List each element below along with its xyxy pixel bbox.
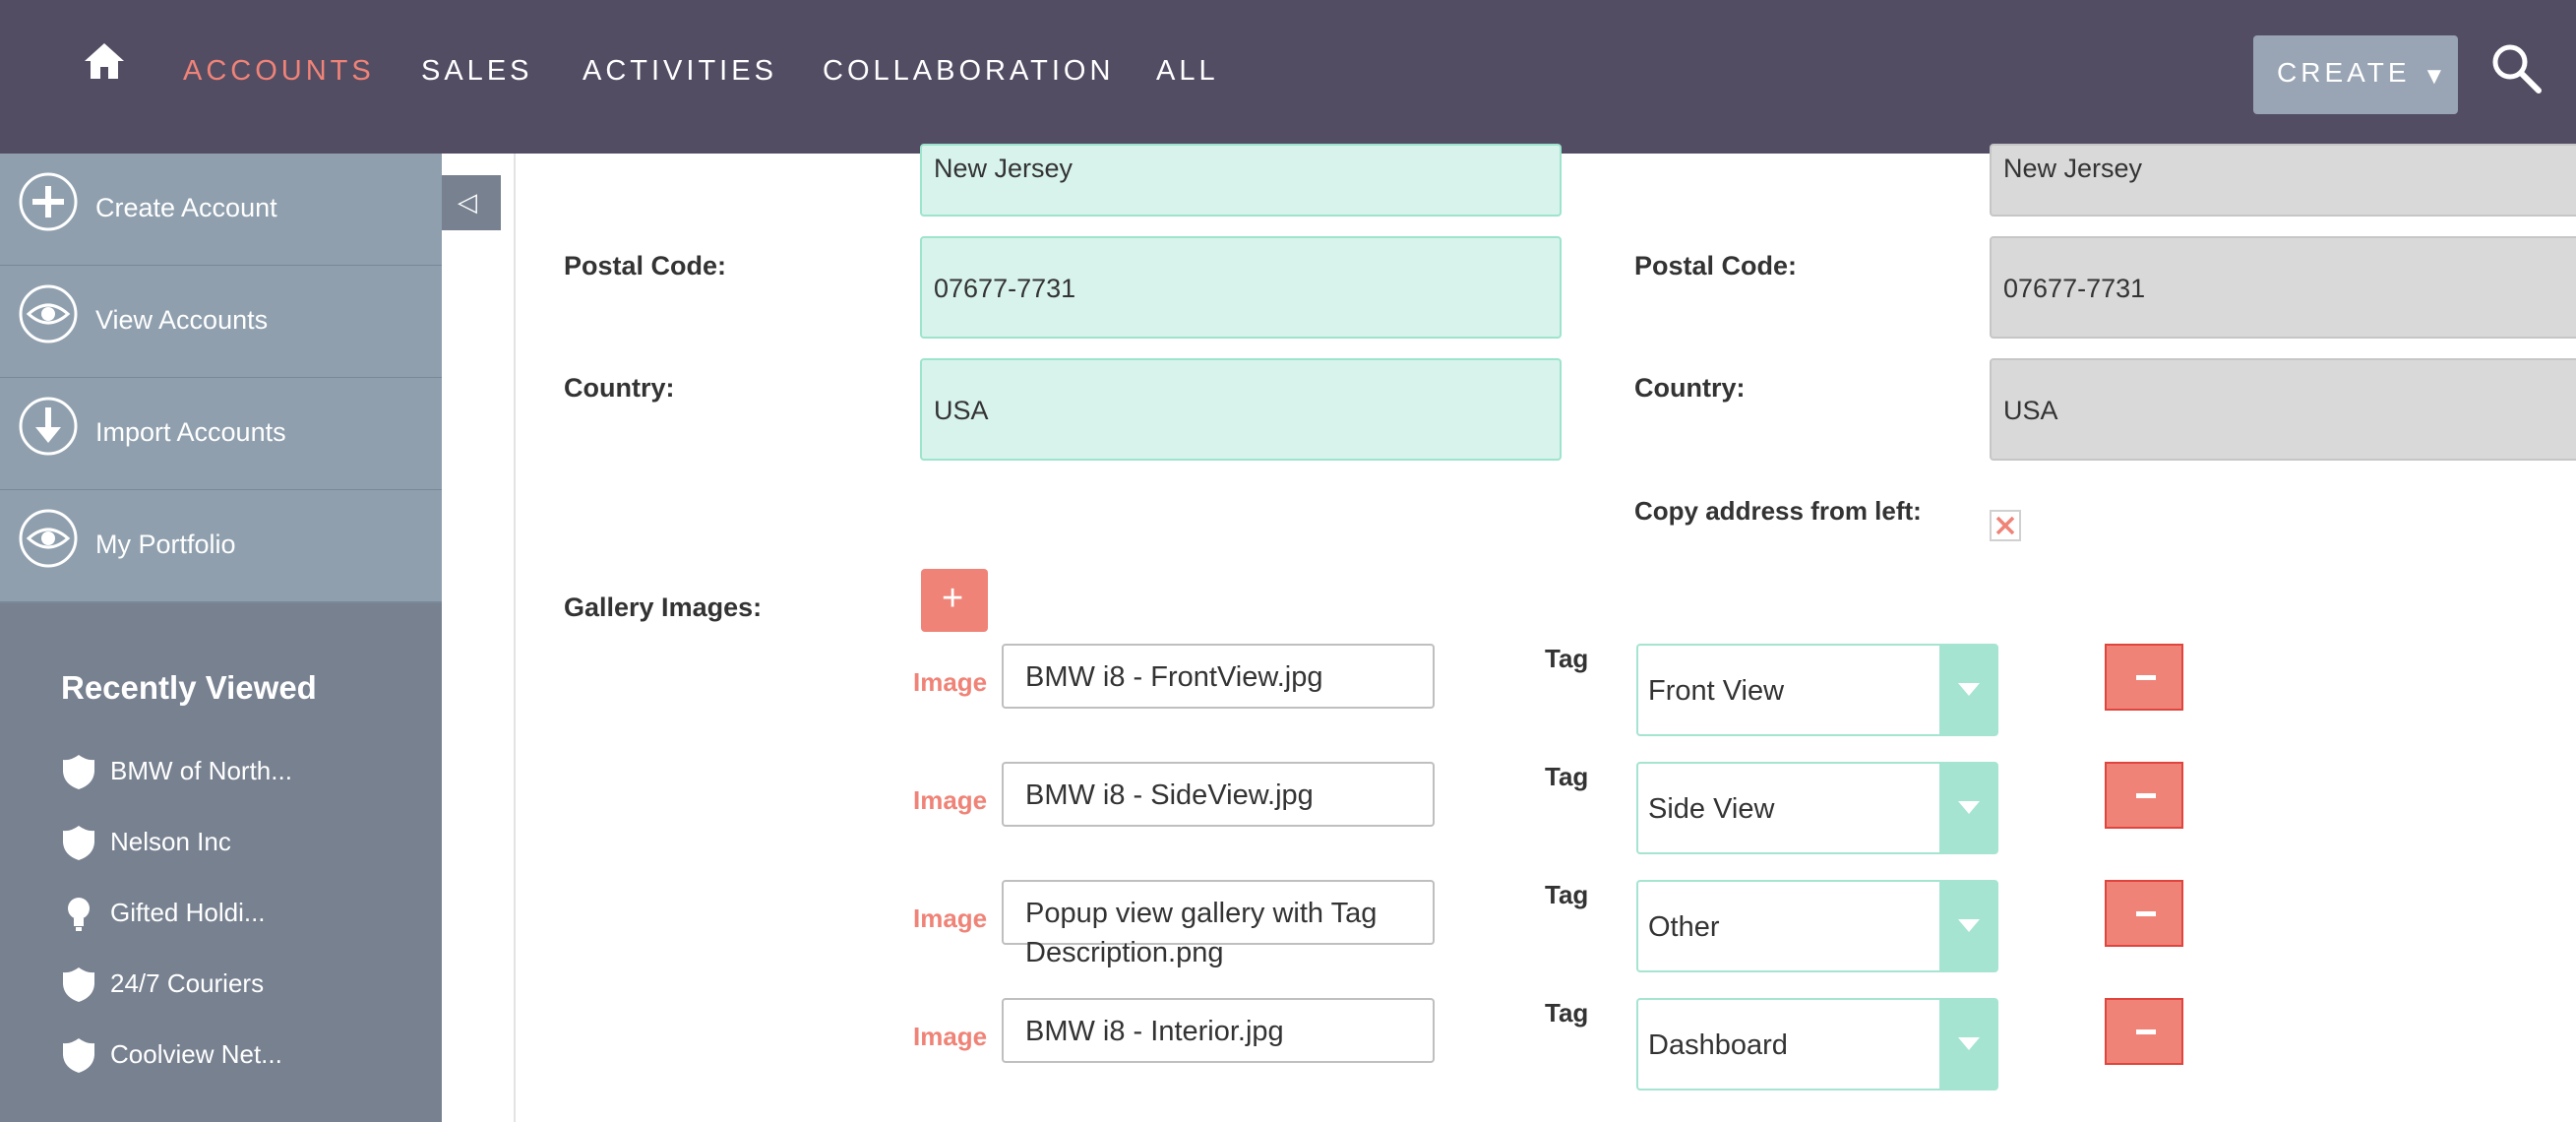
tag-label: Tag	[1545, 762, 1589, 791]
shipping-country-field[interactable]: USA	[1990, 358, 2576, 461]
home-icon[interactable]	[83, 41, 126, 81]
nav-accounts[interactable]: ACCOUNTS	[183, 55, 375, 88]
tag-select-value: Side View	[1648, 793, 1775, 825]
plus-circle-icon	[19, 172, 78, 231]
collapse-arrow-icon: ◁	[458, 187, 477, 217]
gallery-row: Image BMW i8 - FrontView.jpg Tag Front V…	[0, 644, 2576, 742]
shipping-state-field[interactable]: New Jersey	[1990, 144, 2576, 217]
sidebar-action-label: Import Accounts	[95, 417, 286, 447]
billing-postal-code-field[interactable]: 07677-7731	[920, 236, 1562, 339]
copy-address-label: Copy address from left:	[1634, 496, 1922, 526]
eye-icon	[19, 509, 78, 568]
tag-select[interactable]: Side View	[1636, 762, 1998, 854]
dropdown-arrow	[1939, 882, 1996, 970]
gallery-row: Image Popup view gallery with Tag Descri…	[0, 880, 2576, 978]
chevron-down-icon	[1958, 919, 1980, 932]
tag-label: Tag	[1545, 880, 1589, 909]
tag-select[interactable]: Front View	[1636, 644, 1998, 736]
sidebar-action-create-account[interactable]: Create Account	[0, 154, 442, 267]
minus-icon	[2136, 675, 2156, 680]
sidebar-action-label: Create Account	[95, 193, 277, 222]
search-icon[interactable]	[2489, 41, 2543, 94]
dropdown-arrow	[1939, 646, 1996, 734]
tag-label: Tag	[1545, 644, 1589, 673]
image-label: Image	[913, 1022, 988, 1051]
minus-icon	[2136, 1029, 2156, 1034]
tag-select-value: Front View	[1648, 675, 1785, 707]
minus-icon	[2136, 793, 2156, 798]
billing-country-label: Country:	[564, 373, 675, 403]
top-navigation-bar: ACCOUNTS SALES ACTIVITIES COLLABORATION …	[0, 0, 2576, 154]
billing-state-field[interactable]: New Jersey	[920, 144, 1562, 217]
add-image-button[interactable]: +	[921, 569, 988, 632]
chevron-down-icon: ▼	[2423, 63, 2446, 90]
nav-activities[interactable]: ACTIVITIES	[583, 55, 777, 88]
chevron-down-icon	[1958, 1037, 1980, 1050]
nav-sales[interactable]: SALES	[421, 55, 533, 88]
remove-image-button[interactable]	[2105, 762, 2183, 829]
image-filename-input[interactable]: BMW i8 - FrontView.jpg	[1002, 644, 1435, 709]
gallery-row: Image BMW i8 - Interior.jpg Tag Dashboar…	[0, 998, 2576, 1096]
download-arrow-icon	[19, 397, 78, 456]
create-button[interactable]: CREATE ▼	[2253, 35, 2458, 114]
image-label: Image	[913, 667, 988, 697]
tag-select-value: Dashboard	[1648, 1029, 1788, 1061]
chevron-down-icon	[1958, 801, 1980, 814]
image-label: Image	[913, 904, 988, 933]
create-button-label: CREATE	[2277, 57, 2411, 88]
eye-icon	[19, 284, 78, 343]
chevron-down-icon	[1958, 683, 1980, 696]
sidebar-action-import-accounts[interactable]: Import Accounts	[0, 378, 442, 491]
tag-select[interactable]: Other	[1636, 880, 1998, 972]
gallery-images-label: Gallery Images:	[564, 592, 763, 622]
tag-select[interactable]: Dashboard	[1636, 998, 1998, 1091]
shipping-postal-code-field[interactable]: 07677-7731	[1990, 236, 2576, 339]
sidebar-collapse-button[interactable]: ◁	[442, 175, 501, 230]
remove-image-button[interactable]	[2105, 998, 2183, 1065]
sidebar-action-my-portfolio[interactable]: My Portfolio	[0, 490, 442, 603]
remove-image-button[interactable]	[2105, 880, 2183, 947]
gallery-row: Image BMW i8 - SideView.jpg Tag Side Vie…	[0, 762, 2576, 860]
dropdown-arrow	[1939, 764, 1996, 852]
nav-collaboration[interactable]: COLLABORATION	[823, 55, 1114, 88]
sidebar-action-view-accounts[interactable]: View Accounts	[0, 266, 442, 379]
image-filename-input[interactable]: Popup view gallery with Tag Description.…	[1002, 880, 1435, 968]
nav-all[interactable]: ALL	[1156, 55, 1219, 88]
image-label: Image	[913, 785, 988, 815]
minus-icon	[2136, 911, 2156, 916]
image-filename-input[interactable]: BMW i8 - SideView.jpg	[1002, 762, 1435, 827]
billing-country-field[interactable]: USA	[920, 358, 1562, 461]
remove-image-button[interactable]	[2105, 644, 2183, 711]
dropdown-arrow	[1939, 1000, 1996, 1089]
shipping-country-label: Country:	[1634, 373, 1746, 403]
sidebar-action-label: View Accounts	[95, 305, 269, 335]
image-filename-input[interactable]: BMW i8 - Interior.jpg	[1002, 998, 1435, 1063]
plus-icon: +	[942, 578, 964, 619]
sidebar-action-label: My Portfolio	[95, 530, 236, 559]
tag-label: Tag	[1545, 998, 1589, 1028]
tag-select-value: Other	[1648, 911, 1720, 943]
billing-postal-code-label: Postal Code:	[564, 251, 727, 280]
copy-address-checkbox[interactable]	[1990, 510, 2021, 541]
shipping-postal-code-label: Postal Code:	[1634, 251, 1798, 280]
